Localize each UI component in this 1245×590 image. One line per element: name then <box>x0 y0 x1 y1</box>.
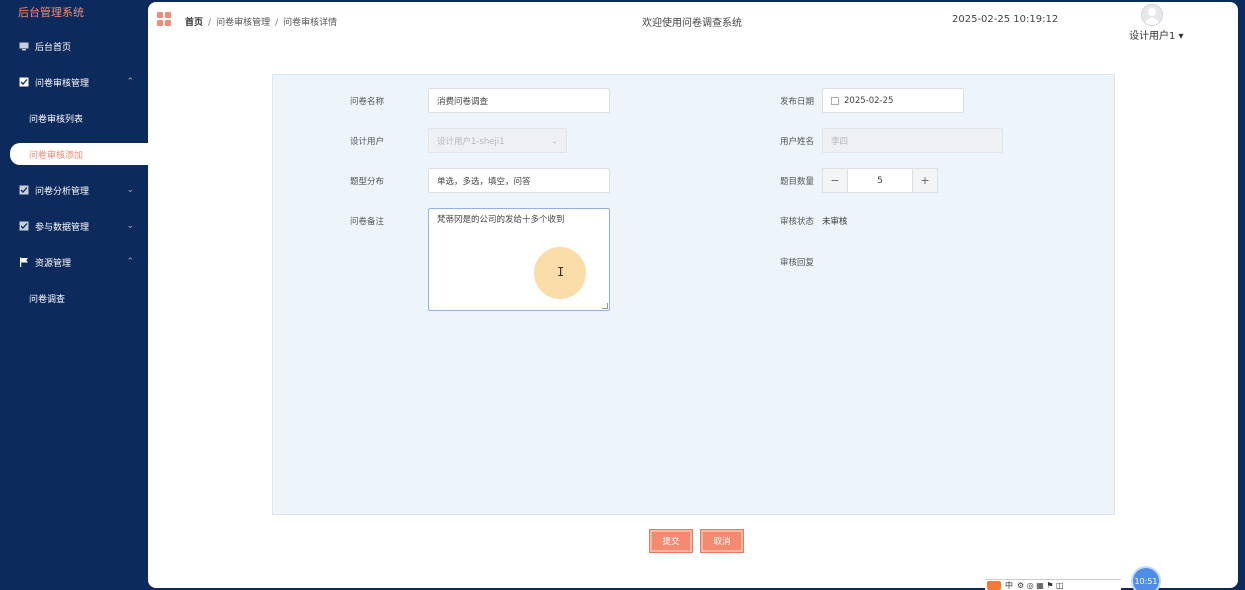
cancel-button[interactable]: 取消 <box>701 530 743 552</box>
chevron-down-icon: ⌄ <box>551 136 558 145</box>
checkbox-icon <box>19 221 29 231</box>
sidebar-subitem-review-list[interactable]: 问卷审核列表 <box>0 100 148 136</box>
decrement-button[interactable]: − <box>822 168 848 193</box>
submit-button[interactable]: 提交 <box>650 530 692 552</box>
main-panel: 首页 / 问卷审核管理 / 问卷审核详情 欢迎使用问卷调查系统 2025-02-25 1… <box>148 2 1238 588</box>
resize-handle-icon[interactable] <box>602 303 608 309</box>
checkbox-icon <box>19 77 29 87</box>
brand-title: 后台管理系统 <box>18 6 84 19</box>
remark-value: 梵蒂冈是的公司的发给十多个收到 <box>437 215 565 225</box>
caret-down-icon: ▾ <box>1175 31 1184 42</box>
chevron-down-icon: ⌄ <box>126 221 134 231</box>
designer-value: 设计用户1-sheji1 <box>437 136 505 147</box>
sidebar-subitem-review-add[interactable]: 问卷审核添加 <box>10 143 148 165</box>
date-picker[interactable]: 2025-02-25 <box>822 88 964 113</box>
sidebar-item-label: 问卷分析管理 <box>35 186 90 197</box>
types-value: 单选，多选，填空，问答 <box>437 176 531 187</box>
designer-select: 设计用户1-sheji1 ⌄ <box>428 128 567 153</box>
date-value: 2025-02-25 <box>844 95 894 106</box>
clock-bubble[interactable]: 10:51 <box>1131 566 1161 590</box>
breadcrumb-review-detail: 问卷审核详情 <box>283 18 338 28</box>
types-label: 题型分布 <box>349 177 384 187</box>
flag-icon <box>19 257 29 267</box>
username-value: 李四 <box>831 136 849 147</box>
tray-icons: ⚙ ◎ ▦ ⚑ ◫ <box>1017 580 1064 590</box>
sidebar: 后台管理系统 后台首页 问卷审核管理 ⌃ 问卷审核列表 问卷审核添加 问卷分析管… <box>0 0 148 590</box>
username-label: 用户姓名 <box>779 137 814 147</box>
types-input[interactable]: 单选，多选，填空，问答 <box>428 168 610 193</box>
sidebar-item-label: 后台首页 <box>35 42 72 53</box>
sidebar-subitem-survey[interactable]: 问卷调查 <box>0 280 148 316</box>
breadcrumb-review-manage[interactable]: 问卷审核管理 <box>216 18 270 28</box>
sidebar-item-label: 问卷审核管理 <box>35 78 90 89</box>
ime-indicator[interactable]: 中 <box>1005 580 1013 590</box>
reply-label: 审核回复 <box>779 258 814 268</box>
avatar[interactable] <box>1141 4 1163 26</box>
username-input: 李四 <box>822 128 1003 153</box>
calendar-icon <box>831 96 839 105</box>
count-label: 题目数量 <box>779 177 814 187</box>
username-text: 设计用户1 <box>1129 31 1176 42</box>
form-panel: 问卷名称 消费问卷调查 发布日期 2025-02-25 设计用户 设计用户1-s… <box>272 74 1115 515</box>
sidebar-item-participation-manage[interactable]: 参与数据管理 ⌄ <box>0 208 148 244</box>
top-bar: 首页 / 问卷审核管理 / 问卷审核详情 欢迎使用问卷调查系统 2025-02-25 1… <box>148 2 1238 46</box>
count-stepper: − 5 + <box>822 168 938 193</box>
name-value: 消费问卷调查 <box>437 96 489 107</box>
name-input[interactable]: 消费问卷调查 <box>428 88 610 113</box>
sidebar-item-label: 资源管理 <box>35 258 72 269</box>
remark-label: 问卷备注 <box>349 217 384 227</box>
datetime-text: 2025-02-25 10:19:12 <box>952 14 1059 25</box>
count-value[interactable]: 5 <box>848 168 912 193</box>
status-label: 审核状态 <box>779 217 814 227</box>
sidebar-item-review-manage[interactable]: 问卷审核管理 ⌃ <box>0 64 148 100</box>
chevron-up-icon: ⌃ <box>126 77 134 87</box>
designer-label: 设计用户 <box>349 137 384 147</box>
date-label: 发布日期 <box>779 97 814 107</box>
monitor-icon <box>19 41 29 51</box>
sidebar-item-home[interactable]: 后台首页 <box>0 28 148 64</box>
system-tray: 中 ⚙ ◎ ▦ ⚑ ◫ <box>985 579 1121 590</box>
name-label: 问卷名称 <box>349 97 384 107</box>
increment-button[interactable]: + <box>912 168 938 193</box>
text-cursor-icon: I <box>557 265 565 279</box>
welcome-text: 欢迎使用问卷调查系统 <box>642 18 742 29</box>
sidebar-item-resource-manage[interactable]: 资源管理 ⌃ <box>0 244 148 280</box>
chevron-down-icon: ⌄ <box>126 185 134 195</box>
sidebar-item-analysis-manage[interactable]: 问卷分析管理 ⌄ <box>0 172 148 208</box>
breadcrumb: 首页 / 问卷审核管理 / 问卷审核详情 <box>185 18 338 28</box>
user-menu[interactable]: 设计用户1 ▾ <box>1129 27 1184 42</box>
chevron-up-icon: ⌃ <box>126 257 134 267</box>
breadcrumb-home[interactable]: 首页 <box>185 18 203 28</box>
checkbox-icon <box>19 185 29 195</box>
sidebar-item-label: 参与数据管理 <box>35 222 90 233</box>
app-logo-icon <box>987 580 1001 590</box>
grid-menu-icon[interactable] <box>157 12 171 26</box>
status-value: 未审核 <box>822 217 848 227</box>
